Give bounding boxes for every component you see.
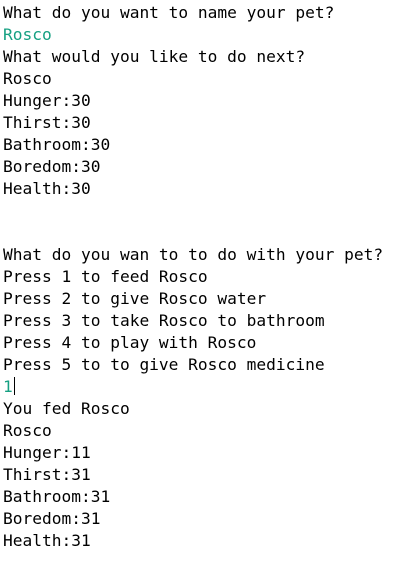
bathroom-stat: Bathroom:30 (3, 135, 111, 154)
name-input-echo: Rosco (3, 25, 52, 44)
choice-input-echo: 1 (3, 377, 13, 396)
menu-option-feed: Press 1 to feed Rosco (3, 267, 208, 286)
name-prompt: What do you want to name your pet? (3, 3, 335, 22)
menu-option-medicine: Press 5 to to give Rosco medicine (3, 355, 325, 374)
console-output: What do you want to name your pet? Rosco… (3, 2, 413, 552)
thirst-stat: Thirst:31 (3, 465, 91, 484)
boredom-stat: Boredom:30 (3, 157, 101, 176)
menu-option-bathroom: Press 3 to take Rosco to bathroom (3, 311, 325, 330)
next-action-prompt: What would you like to do next? (3, 47, 306, 66)
pet-status-updated: Rosco Hunger:11 Thirst:31 Bathroom:31 Bo… (3, 420, 413, 552)
hunger-stat: Hunger:11 (3, 443, 91, 462)
thirst-stat: Thirst:30 (3, 113, 91, 132)
pet-status-initial: Rosco Hunger:30 Thirst:30 Bathroom:30 Bo… (3, 68, 413, 200)
pet-name: Rosco (3, 421, 52, 440)
menu-option-play: Press 4 to play with Rosco (3, 333, 257, 352)
hunger-stat: Hunger:30 (3, 91, 91, 110)
pet-name: Rosco (3, 69, 52, 88)
text-cursor (13, 377, 15, 395)
action-result: You fed Rosco (3, 399, 130, 418)
health-stat: Health:31 (3, 531, 91, 550)
health-stat: Health:30 (3, 179, 91, 198)
boredom-stat: Boredom:31 (3, 509, 101, 528)
console-input-line[interactable]: 1 (3, 376, 413, 398)
menu-option-water: Press 2 to give Rosco water (3, 289, 267, 308)
menu-question: What do you wan to to do with your pet? (3, 245, 384, 264)
action-menu: What do you wan to to do with your pet? … (3, 244, 413, 376)
bathroom-stat: Bathroom:31 (3, 487, 111, 506)
